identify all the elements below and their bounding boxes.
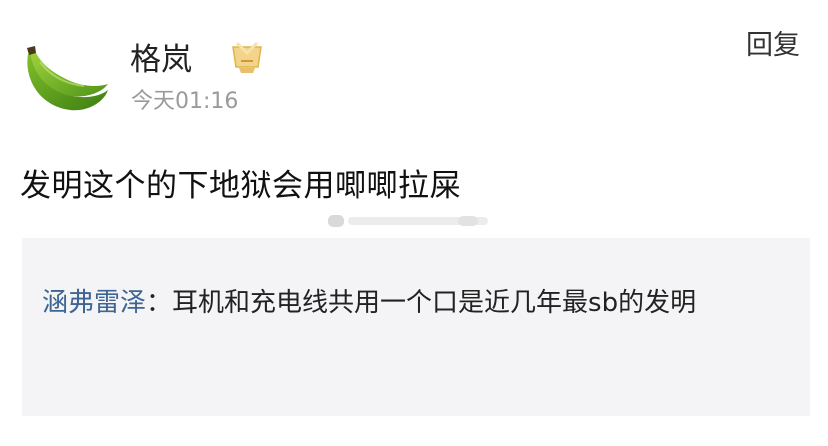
selection-trail-decoration — [328, 215, 488, 227]
quote-separator: ： — [146, 288, 173, 318]
level-badge-icon — [228, 41, 266, 75]
quoted-comment[interactable]: 涵弗雷泽：耳机和充电线共用一个口是近几年最sb的发明 — [22, 238, 810, 416]
reply-button[interactable]: 回复 — [746, 28, 800, 64]
quote-author-link[interactable]: 涵弗雷泽 — [42, 288, 146, 318]
username[interactable]: 格岚 — [130, 40, 192, 80]
quote-text: 涵弗雷泽：耳机和充电线共用一个口是近几年最sb的发明 — [42, 282, 797, 324]
banana-icon — [27, 46, 108, 111]
quote-body: 耳机和充电线共用一个口是近几年最sb的发明 — [172, 288, 697, 318]
user-avatar[interactable] — [18, 40, 110, 116]
comment-timestamp: 今天01:16 — [131, 89, 239, 114]
comment-body: 发明这个的下地狱会用唧唧拉屎 — [20, 168, 461, 204]
